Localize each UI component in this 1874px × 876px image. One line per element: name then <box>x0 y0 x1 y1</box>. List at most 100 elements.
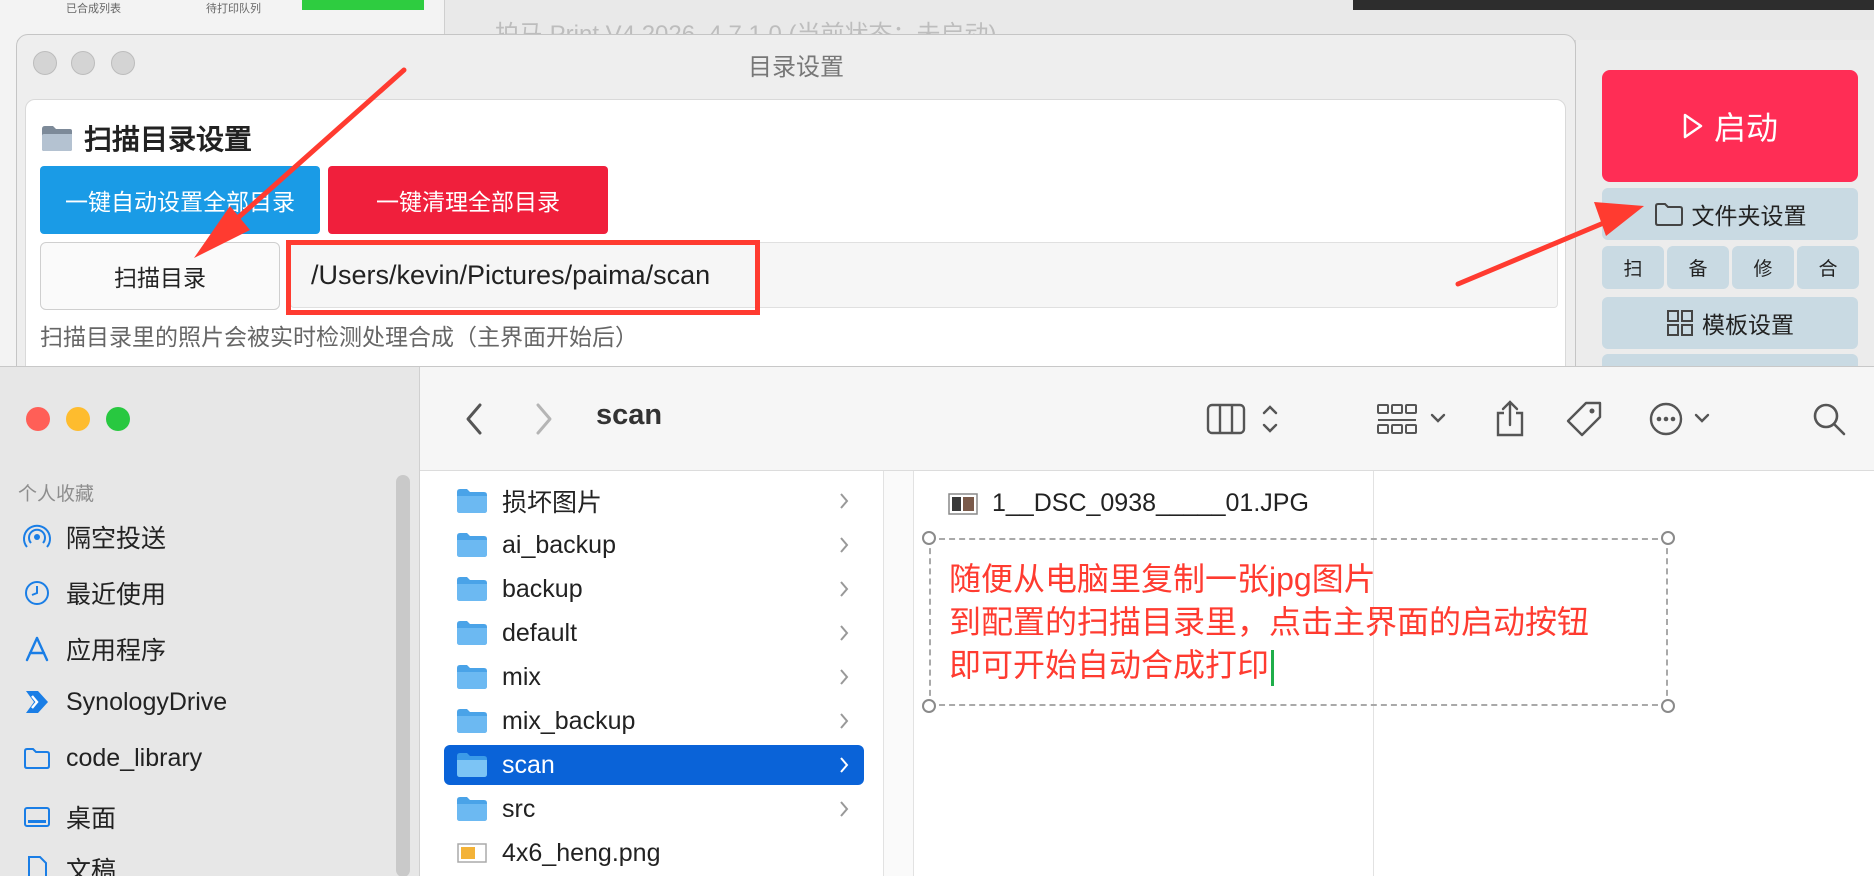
finder-current-folder: scan <box>596 399 663 431</box>
more-icon <box>1649 402 1710 436</box>
text-caret <box>1271 649 1275 686</box>
list-item-label: 1__DSC_0938_____01.JPG <box>992 489 1309 517</box>
scan-directory-button[interactable]: 扫描目录 <box>40 242 280 310</box>
folder-icon <box>457 709 487 733</box>
list-item[interactable]: ai_backup <box>444 525 864 565</box>
sidebar-item-label: 隔空投送 <box>66 525 167 553</box>
list-item[interactable]: backup <box>444 569 864 609</box>
clear-all-button[interactable]: 一键清理全部目录 <box>328 166 608 234</box>
list-item[interactable]: 4x6_heng.png <box>444 833 864 873</box>
list-item[interactable]: 损坏图片 <box>444 481 864 521</box>
list-item-label: mix_backup <box>502 706 636 735</box>
scan-directory-panel: 扫描目录设置 一键自动设置全部目录 一键清理全部目录 扫描目录 /Users/k… <box>25 99 1566 379</box>
list-item-label: default <box>502 618 578 647</box>
grid-icon <box>1667 310 1693 336</box>
finder-column-1: 损坏图片 ai_backup backup default mix mix_ba… <box>420 471 884 876</box>
folder-icon <box>457 797 487 821</box>
applications-icon <box>25 636 49 662</box>
template-settings-button[interactable]: 模板设置 <box>1602 297 1858 349</box>
grid-group-icon <box>1377 404 1446 434</box>
mini-button-repair[interactable]: 修 <box>1732 246 1794 289</box>
chevron-right-icon <box>840 493 849 509</box>
share-button[interactable] <box>1492 399 1528 439</box>
sidebar-header: 个人收藏 <box>18 484 95 505</box>
synology-drive-icon <box>26 691 48 713</box>
resize-handle[interactable] <box>1661 699 1675 713</box>
annotation-text: 随便从电脑里复制一张jpg图片 到配置的扫描目录里，点击主界面的启动按钮 即可开… <box>949 558 1589 687</box>
folder-icon <box>457 665 487 689</box>
sidebar-item-airdrop[interactable]: 隔空投送 <box>22 519 166 555</box>
sidebar-item-label: code_library <box>66 743 203 772</box>
forward-button[interactable] <box>532 399 556 439</box>
section-title-text: 扫描目录设置 <box>84 124 253 155</box>
share-icon <box>1496 400 1524 437</box>
folder-icon <box>457 621 487 645</box>
list-item[interactable]: 1__DSC_0938_____01.JPG <box>948 489 1309 518</box>
list-item-label: mix <box>502 662 541 691</box>
airdrop-icon <box>23 524 51 548</box>
mini-button-scan[interactable]: 扫 <box>1602 246 1664 289</box>
resize-handle[interactable] <box>922 699 936 713</box>
image-file-icon <box>948 492 978 515</box>
sidebar-scrollbar[interactable] <box>396 475 410 876</box>
scan-directory-hint: 扫描目录里的照片会被实时检测处理合成（主界面开始后） <box>40 324 638 350</box>
annotation-line-text: 即可开始自动合成打印 <box>949 647 1270 683</box>
background-left-strip <box>0 40 17 380</box>
list-item[interactable]: src <box>444 789 864 829</box>
folder-icon <box>457 753 487 777</box>
scan-directory-path-field[interactable]: /Users/kevin/Pictures/paima/scan <box>290 242 1558 308</box>
dialog-titlebar: 目录设置 <box>17 35 1575 91</box>
sidebar-item-label: 文稿 <box>66 857 117 876</box>
play-icon <box>1683 113 1703 139</box>
search-icon <box>1813 403 1846 436</box>
chevron-right-icon <box>840 581 849 597</box>
background-fragment: 已合成列表 <box>66 3 121 15</box>
chevron-right-icon <box>840 669 849 685</box>
back-button[interactable] <box>462 399 486 439</box>
background-fragment: 待打印队列 <box>206 3 261 15</box>
chevron-right-icon <box>840 801 849 817</box>
sidebar-item-label: 最近使用 <box>66 581 167 609</box>
more-actions-button[interactable] <box>1648 399 1716 439</box>
start-button[interactable]: 启动 <box>1602 70 1858 182</box>
close-window-button[interactable] <box>26 407 50 431</box>
image-file-icon <box>457 843 487 863</box>
directory-settings-dialog: 目录设置 扫描目录设置 一键自动设置全部目录 一键清理全部目录 扫描目录 /Us… <box>16 34 1576 380</box>
sidebar-item-applications[interactable]: 应用程序 <box>22 631 166 667</box>
mini-button-backup[interactable]: 备 <box>1667 246 1729 289</box>
group-button[interactable] <box>1376 399 1452 439</box>
desktop-icon <box>24 807 50 827</box>
auto-setup-all-button[interactable]: 一键自动设置全部目录 <box>40 166 320 234</box>
template-settings-label: 模板设置 <box>1702 312 1794 338</box>
sidebar-item-recents[interactable]: 最近使用 <box>22 575 166 611</box>
sidebar-item-desktop[interactable]: 桌面 <box>22 799 116 835</box>
list-item-label: 损坏图片 <box>502 489 603 517</box>
annotation-line: 即可开始自动合成打印 <box>949 644 1589 687</box>
view-mode-button[interactable] <box>1206 399 1282 439</box>
chevron-right-icon <box>840 625 849 641</box>
background-green-button <box>302 0 424 10</box>
background-dark-bar <box>1353 0 1874 10</box>
document-icon <box>28 856 47 876</box>
tag-button[interactable] <box>1564 399 1604 439</box>
minimize-window-button[interactable] <box>66 407 90 431</box>
sidebar-item-code-library[interactable]: code_library <box>22 743 202 773</box>
sidebar-item-synologydrive[interactable]: SynologyDrive <box>22 687 227 717</box>
chevron-right-icon <box>840 537 849 553</box>
resize-handle[interactable] <box>1661 531 1675 545</box>
annotation-line: 到配置的扫描目录里，点击主界面的启动按钮 <box>949 604 1590 640</box>
list-item[interactable]: mix_backup <box>444 701 864 741</box>
list-item[interactable]: default <box>444 613 864 653</box>
resize-handle[interactable] <box>922 531 936 545</box>
search-button[interactable] <box>1810 399 1848 439</box>
folder-settings-button[interactable]: 文件夹设置 <box>1602 188 1858 240</box>
folder-icon <box>42 126 72 151</box>
zoom-window-button[interactable] <box>106 407 130 431</box>
list-item-selected[interactable]: scan <box>444 745 864 785</box>
list-item-label: scan <box>502 750 555 779</box>
annotation-text-box[interactable]: 随便从电脑里复制一张jpg图片 到配置的扫描目录里，点击主界面的启动按钮 即可开… <box>922 531 1675 713</box>
sidebar-item-documents[interactable]: 文稿 <box>22 851 116 876</box>
list-item[interactable]: mix <box>444 657 864 697</box>
folder-icon <box>457 533 487 557</box>
mini-button-compose[interactable]: 合 <box>1797 246 1859 289</box>
